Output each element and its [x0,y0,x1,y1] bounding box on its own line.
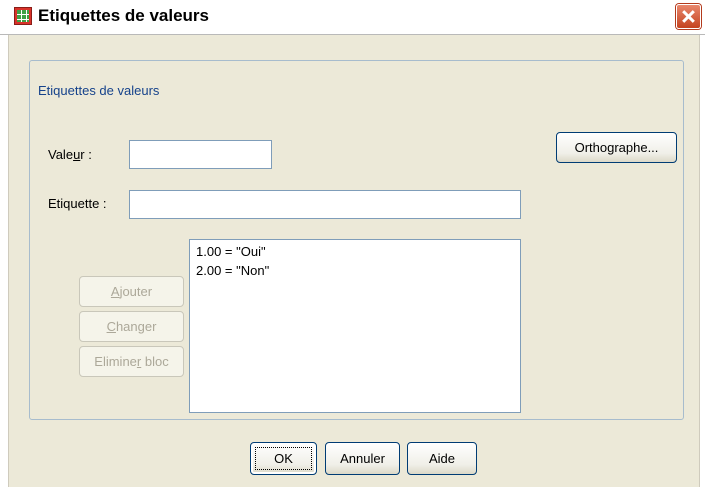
add-button[interactable]: Ajouter [79,276,184,307]
change-button[interactable]: Changer [79,311,184,342]
focus-outline [255,447,312,470]
list-item[interactable]: 2.00 = "Non" [192,261,518,280]
list-item[interactable]: 1.00 = "Oui" [192,242,518,261]
label-label: Etiquette : [48,196,107,211]
close-button[interactable] [676,4,701,29]
help-button[interactable]: Aide [407,442,477,475]
title-bar[interactable]: Etiquettes de valeurs [0,0,705,35]
window-title: Etiquettes de valeurs [38,6,210,25]
label-input[interactable] [129,190,521,219]
group-legend: Etiquettes de valeurs [36,83,162,98]
value-label: Valeur : [48,147,92,162]
spelling-button[interactable]: Orthographe... [556,132,677,163]
value-input[interactable] [129,140,272,169]
cancel-button[interactable]: Annuler [325,442,400,475]
value-labels-dialog: Etiquettes de valeurs Etiquettes de vale… [0,0,705,487]
spss-grid-icon [14,7,32,25]
remove-button[interactable]: Eliminer bloc [79,346,184,377]
ok-button[interactable]: OK [250,442,317,475]
value-labels-list[interactable]: 1.00 = "Oui" 2.00 = "Non" [189,239,521,413]
